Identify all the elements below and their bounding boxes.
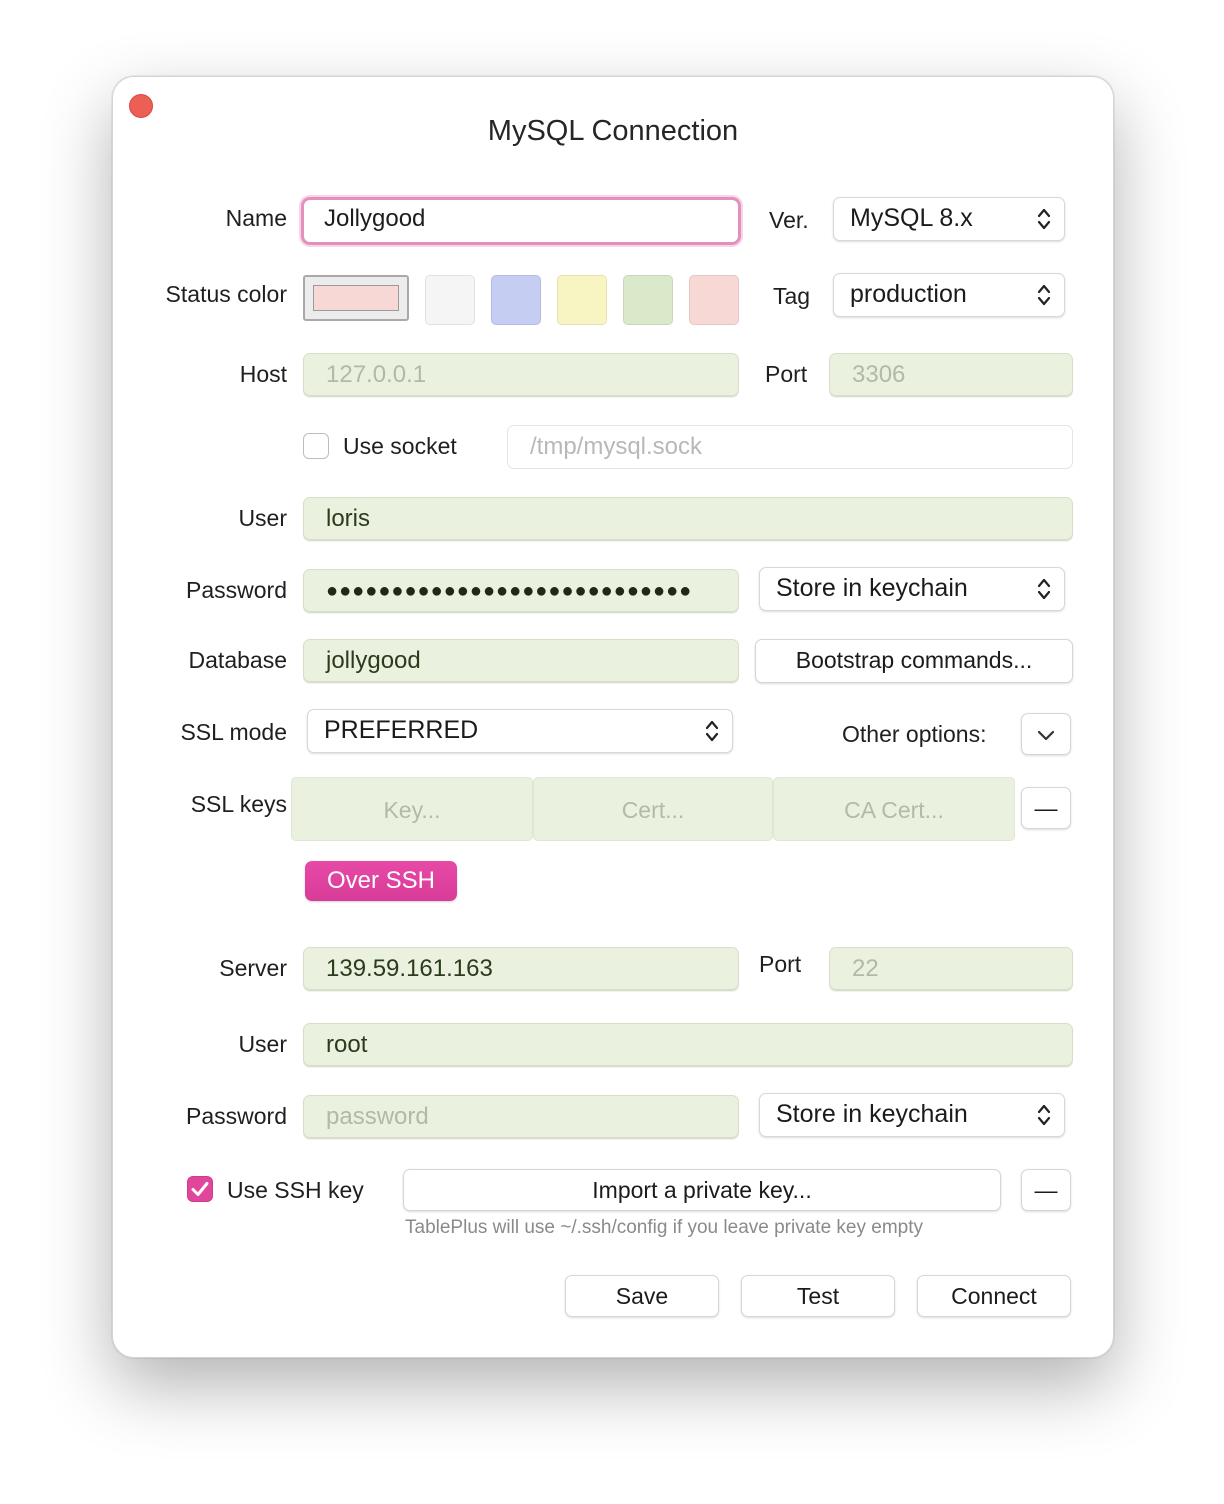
ssh-user-input[interactable]: root: [303, 1023, 1073, 1067]
status-color-swatch-blue[interactable]: [491, 275, 541, 325]
password-input[interactable]: ●●●●●●●●●●●●●●●●●●●●●●●●●●●●: [303, 569, 739, 613]
port-label: Port: [765, 361, 808, 387]
status-color-swatch-yellow[interactable]: [557, 275, 607, 325]
tag-value: production: [850, 280, 967, 308]
ssh-server-input[interactable]: 139.59.161.163: [303, 947, 739, 991]
save-button[interactable]: Save: [565, 1275, 719, 1317]
status-color-swatch-red[interactable]: [689, 275, 739, 325]
ssl-cert-button[interactable]: Cert...: [533, 777, 773, 841]
host-input[interactable]: 127.0.0.1: [303, 353, 739, 397]
use-ssh-key-checkbox[interactable]: [187, 1176, 213, 1202]
private-key-hint: TablePlus will use ~/.ssh/config if you …: [405, 1217, 924, 1238]
ssl-keys-label: SSL keys: [190, 791, 287, 817]
user-input[interactable]: loris: [303, 497, 1073, 541]
database-input[interactable]: jollygood: [303, 639, 739, 683]
status-color-current[interactable]: [303, 275, 409, 321]
tag-label: Tag: [773, 283, 811, 309]
ssh-password-storage-select[interactable]: Store in keychain: [759, 1093, 1065, 1137]
status-color-swatch-gray[interactable]: [425, 275, 475, 325]
ssl-mode-select[interactable]: PREFERRED: [307, 709, 733, 753]
database-label: Database: [188, 647, 287, 673]
status-color-swatch-green[interactable]: [623, 275, 673, 325]
over-ssh-toggle[interactable]: Over SSH: [305, 861, 457, 901]
chevron-down-icon: [1037, 730, 1055, 741]
chevron-updown-icon: [1037, 1104, 1051, 1126]
host-label: Host: [239, 361, 287, 387]
chevron-updown-icon: [1037, 208, 1051, 230]
other-options-button[interactable]: [1021, 713, 1071, 755]
ssh-user-label: User: [238, 1031, 287, 1057]
ssh-password-input[interactable]: password: [303, 1095, 739, 1139]
ssl-mode-label: SSL mode: [180, 719, 287, 745]
chevron-updown-icon: [705, 720, 719, 742]
version-value: MySQL 8.x: [850, 204, 973, 232]
name-label: Name: [225, 205, 287, 231]
connection-window: MySQL Connection Name Jollygood Ver. MyS…: [112, 76, 1114, 1358]
ssh-password-label: Password: [186, 1103, 287, 1129]
password-storage-select[interactable]: Store in keychain: [759, 567, 1065, 611]
password-label: Password: [186, 577, 287, 603]
chevron-updown-icon: [1037, 284, 1051, 306]
password-storage-value: Store in keychain: [776, 574, 968, 602]
bootstrap-commands-button[interactable]: Bootstrap commands...: [755, 639, 1073, 683]
ssh-port-input[interactable]: 22: [829, 947, 1073, 991]
name-input[interactable]: Jollygood: [301, 197, 741, 245]
ssl-remove-button[interactable]: —: [1021, 787, 1071, 829]
ssh-port-label: Port: [759, 951, 802, 977]
ssl-ca-cert-button[interactable]: CA Cert...: [773, 777, 1015, 841]
tag-select[interactable]: production: [833, 273, 1065, 317]
version-select[interactable]: MySQL 8.x: [833, 197, 1065, 241]
other-options-label: Other options:: [842, 721, 987, 747]
use-ssh-key-label: Use SSH key: [227, 1177, 364, 1203]
import-private-key-button[interactable]: Import a private key...: [403, 1169, 1001, 1211]
chevron-updown-icon: [1037, 578, 1051, 600]
ssh-server-label: Server: [219, 955, 287, 981]
socket-path-input[interactable]: /tmp/mysql.sock: [507, 425, 1073, 469]
version-label: Ver.: [769, 207, 809, 233]
status-color-preview: [313, 285, 399, 311]
status-color-label: Status color: [165, 281, 287, 307]
ssl-key-button[interactable]: Key...: [291, 777, 533, 841]
use-socket-checkbox[interactable]: [303, 433, 329, 459]
remove-private-key-button[interactable]: —: [1021, 1169, 1071, 1211]
checkmark-icon: [191, 1182, 209, 1196]
use-socket-label: Use socket: [343, 433, 457, 459]
connect-button[interactable]: Connect: [917, 1275, 1071, 1317]
window-title: MySQL Connection: [487, 115, 739, 147]
ssh-password-storage-value: Store in keychain: [776, 1100, 968, 1128]
user-label: User: [238, 505, 287, 531]
ssl-mode-value: PREFERRED: [324, 716, 479, 744]
test-button[interactable]: Test: [741, 1275, 895, 1317]
port-input[interactable]: 3306: [829, 353, 1073, 397]
